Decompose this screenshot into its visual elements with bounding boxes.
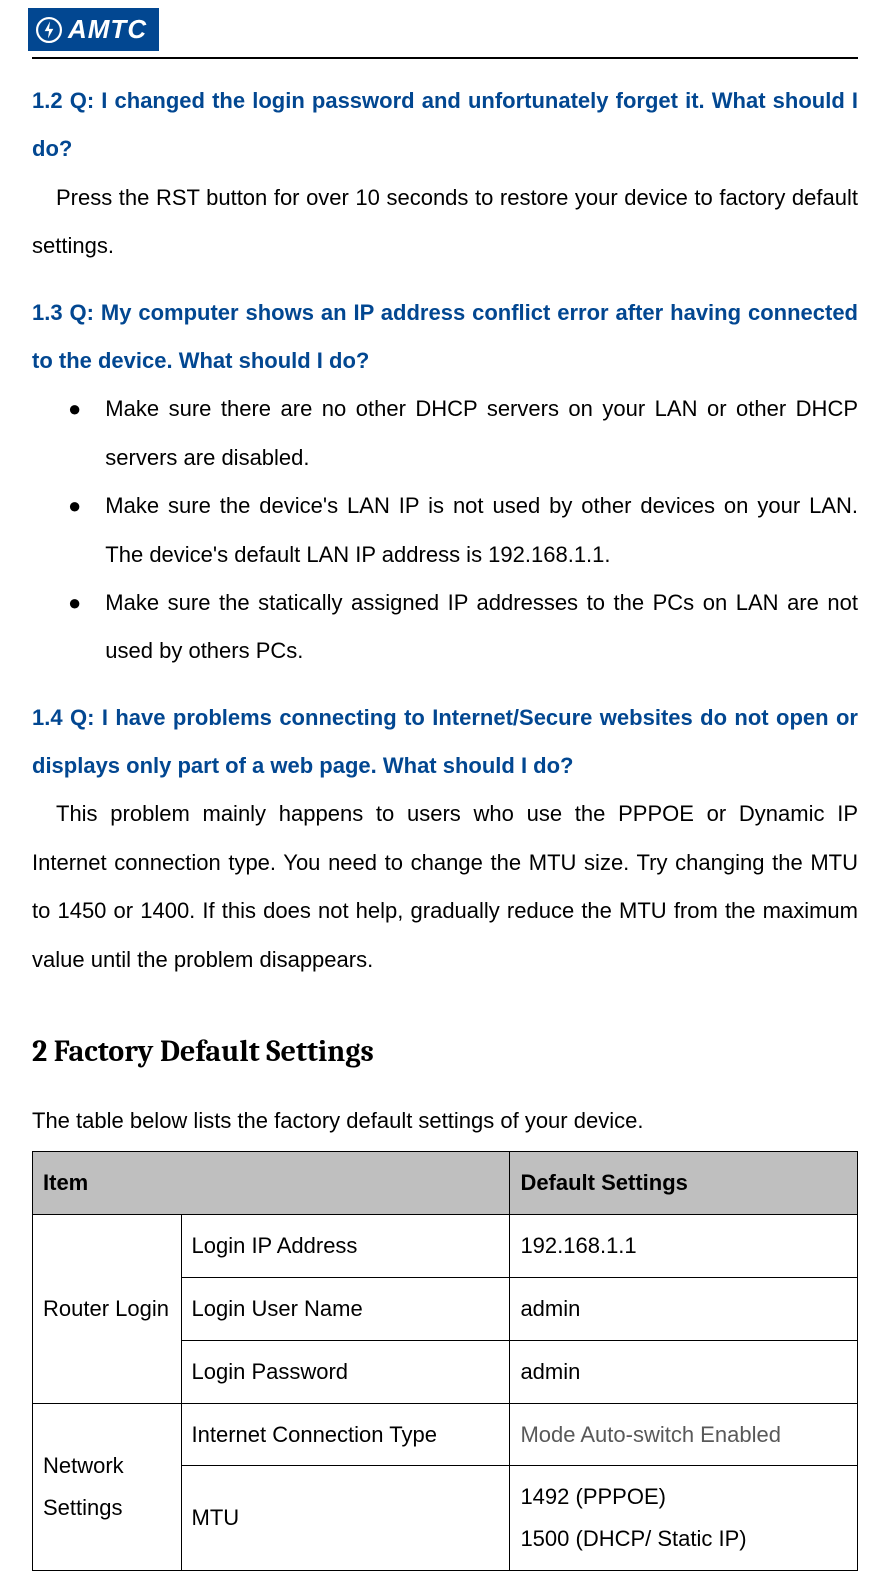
cell-key: Login Password bbox=[181, 1340, 510, 1403]
group-router-login: Router Login bbox=[33, 1215, 182, 1403]
default-settings-table: Item Default Settings Router Login Login… bbox=[32, 1151, 858, 1571]
faq-q13-question: 1.3 Q: My computer shows an IP address c… bbox=[32, 289, 858, 386]
cell-value: 192.168.1.1 bbox=[510, 1215, 858, 1278]
bullet-text: Make sure there are no other DHCP server… bbox=[105, 385, 858, 482]
bullet-icon: ● bbox=[68, 482, 105, 579]
list-item: ● Make sure there are no other DHCP serv… bbox=[68, 385, 858, 482]
faq-q14-answer: This problem mainly happens to users who… bbox=[32, 790, 858, 984]
mtu-dhcp-static: 1500 (DHCP/ Static IP) bbox=[520, 1518, 847, 1560]
header-default: Default Settings bbox=[510, 1152, 858, 1215]
cell-key: Login User Name bbox=[181, 1278, 510, 1341]
faq-q12-question: 1.2 Q: I changed the login password and … bbox=[32, 77, 858, 174]
cell-value: admin bbox=[510, 1278, 858, 1341]
brand-name: AMTC bbox=[68, 14, 147, 45]
table-header-row: Item Default Settings bbox=[33, 1152, 858, 1215]
cell-value: 1492 (PPPOE) 1500 (DHCP/ Static IP) bbox=[510, 1466, 858, 1571]
cell-key: MTU bbox=[181, 1466, 510, 1571]
cell-key: Internet Connection Type bbox=[181, 1403, 510, 1466]
list-item: ● Make sure the statically assigned IP a… bbox=[68, 579, 858, 676]
header-item: Item bbox=[33, 1152, 510, 1215]
faq-q13-bullets: ● Make sure there are no other DHCP serv… bbox=[32, 385, 858, 675]
lightning-icon bbox=[36, 17, 62, 43]
bullet-icon: ● bbox=[68, 385, 105, 482]
bullet-icon: ● bbox=[68, 579, 105, 676]
table-row: Router Login Login IP Address 192.168.1.… bbox=[33, 1215, 858, 1278]
section-2-heading: 2 Factory Default Settings bbox=[32, 1034, 858, 1069]
bullet-text: Make sure the device's LAN IP is not use… bbox=[105, 482, 858, 579]
page-content: 1.2 Q: I changed the login password and … bbox=[0, 59, 890, 1571]
cell-value: admin bbox=[510, 1340, 858, 1403]
mtu-pppoe: 1492 (PPPOE) bbox=[520, 1476, 847, 1518]
bullet-text: Make sure the statically assigned IP add… bbox=[105, 579, 858, 676]
group-network-settings: Network Settings bbox=[33, 1403, 182, 1570]
faq-q14-question: 1.4 Q: I have problems connecting to Int… bbox=[32, 694, 858, 791]
brand-logo: AMTC bbox=[28, 8, 159, 51]
faq-q12-answer: Press the RST button for over 10 seconds… bbox=[32, 174, 858, 271]
list-item: ● Make sure the device's LAN IP is not u… bbox=[68, 482, 858, 579]
section-2-intro: The table below lists the factory defaul… bbox=[32, 1097, 858, 1145]
table-row: Network Settings Internet Connection Typ… bbox=[33, 1403, 858, 1466]
cell-value: Mode Auto-switch Enabled bbox=[510, 1403, 858, 1466]
cell-key: Login IP Address bbox=[181, 1215, 510, 1278]
